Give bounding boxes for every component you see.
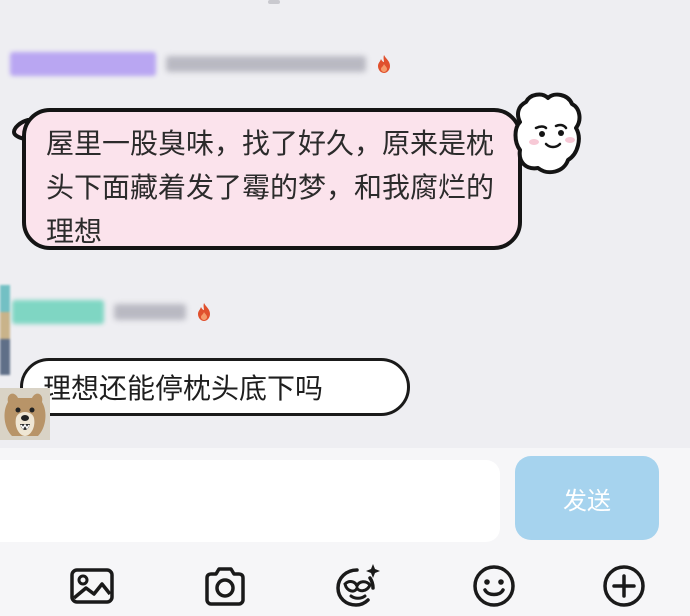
sender-name[interactable]	[114, 304, 186, 320]
message-header	[12, 300, 214, 324]
message-bubble[interactable]: 屋里一股臭味，找了好久，原来是枕头下面藏着发了霉的梦，和我腐烂的理想	[22, 108, 522, 250]
avatar[interactable]	[0, 285, 10, 375]
message-bubble[interactable]: 理想还能停枕头底下吗	[20, 358, 410, 416]
send-button[interactable]: 发送	[515, 456, 659, 540]
message-input[interactable]	[0, 460, 500, 542]
plus-icon[interactable]	[600, 562, 648, 610]
camera-icon[interactable]	[201, 562, 249, 610]
bubble-mascot-icon	[513, 92, 582, 175]
sticker-icon[interactable]	[333, 562, 381, 610]
flame-icon	[378, 55, 390, 73]
status-indicator	[268, 0, 280, 4]
message-text: 屋里一股臭味，找了好久，原来是枕头下面藏着发了霉的梦，和我腐烂的理想	[46, 127, 495, 248]
flame-icon	[198, 303, 210, 321]
dog-icon	[0, 388, 50, 440]
message-text: 理想还能停枕头底下吗	[43, 372, 324, 405]
image-icon[interactable]	[68, 562, 116, 610]
emoji-icon[interactable]	[470, 562, 518, 610]
sender-name[interactable]	[166, 56, 366, 72]
message-header	[10, 52, 394, 76]
member-badge	[12, 300, 104, 324]
dog-avatar[interactable]	[0, 388, 50, 440]
member-badge	[10, 52, 156, 76]
